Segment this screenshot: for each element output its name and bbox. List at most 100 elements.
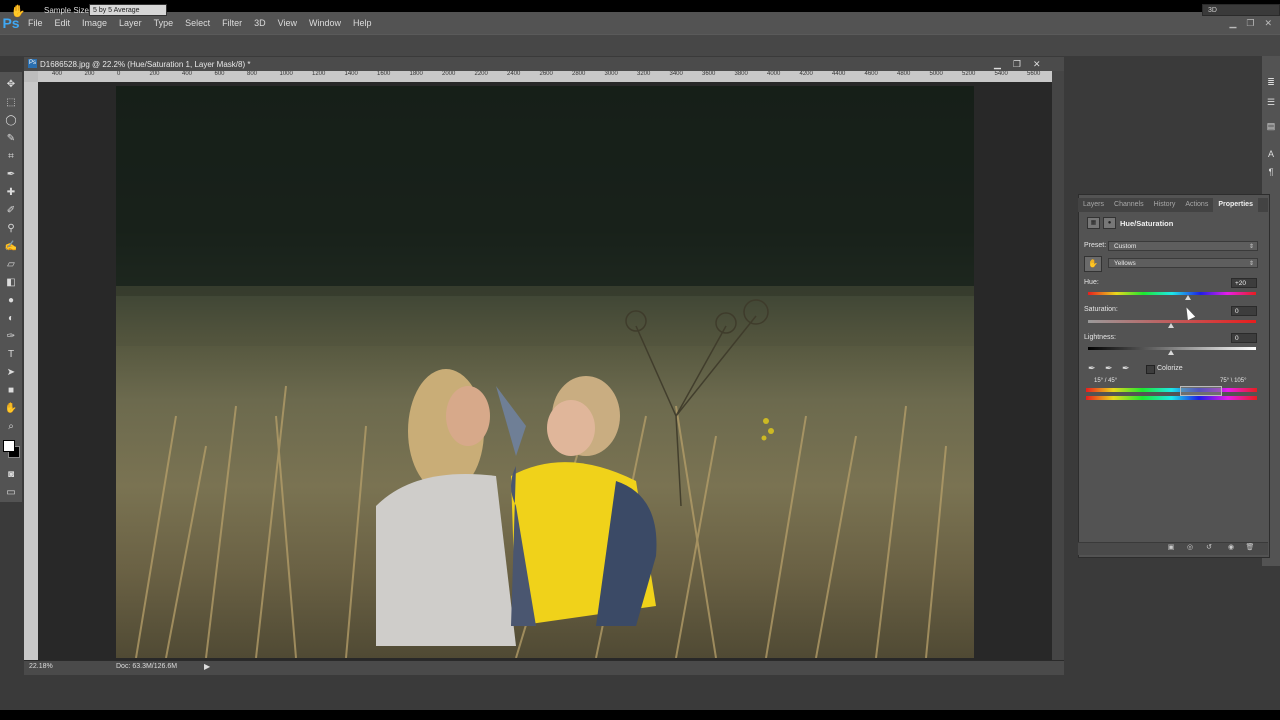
quick-select-icon[interactable]: ✎: [3, 132, 19, 146]
document-status-bar: [24, 660, 1064, 675]
eyedropper-plus-icon[interactable]: ✒: [1105, 363, 1113, 374]
clone-stamp-icon[interactable]: ⚲: [3, 222, 19, 236]
screen-mode-icon[interactable]: ▭: [3, 486, 19, 500]
lasso-icon[interactable]: ◯: [3, 114, 19, 128]
horizontal-ruler[interactable]: 400 200 0 200 400 600 800 1000 1200 1400 1600 1800 2…: [38, 71, 1052, 82]
restore-icon[interactable]: ❐: [1246, 18, 1254, 29]
photo-illustration: [116, 86, 974, 658]
document-title[interactable]: D1686528.jpg @ 22.2% (Hue/Saturation 1, …: [40, 60, 250, 69]
eyedropper-icon[interactable]: ✒: [1088, 363, 1096, 374]
move-icon[interactable]: ✥: [3, 78, 19, 92]
ruler-tick-label: 3200: [637, 71, 651, 77]
preset-dropdown[interactable]: Custom ⇕: [1108, 241, 1258, 251]
vertical-scrollbar[interactable]: [1052, 71, 1064, 660]
canvas-photo[interactable]: [116, 86, 974, 658]
menu-view[interactable]: View: [272, 12, 303, 34]
hand-tool-preset-icon[interactable]: ✋: [10, 3, 26, 19]
vertical-ruler[interactable]: [24, 82, 38, 660]
delete-icon[interactable]: 🗑: [1245, 543, 1255, 553]
blur-icon[interactable]: ●: [3, 294, 19, 308]
document-size-info[interactable]: Doc: 63.3M/126.6M: [116, 663, 177, 670]
reset-icon[interactable]: ↺: [1204, 543, 1214, 553]
path-select-icon[interactable]: ➤: [3, 366, 19, 380]
zoom-icon[interactable]: ⌕: [3, 420, 19, 434]
mask-icon[interactable]: ●: [1103, 217, 1116, 229]
dodge-icon[interactable]: ◐: [3, 312, 19, 326]
ruler-tick-label: 200: [84, 71, 95, 77]
paragraph-panel-icon[interactable]: ¶: [1265, 166, 1277, 178]
doc-close-icon[interactable]: ✕: [1033, 57, 1041, 71]
doc-restore-icon[interactable]: ❐: [1013, 57, 1021, 71]
type-icon[interactable]: T: [3, 348, 19, 362]
status-menu-arrow-icon[interactable]: ▶: [204, 662, 210, 671]
menu-3d[interactable]: 3D: [248, 12, 272, 34]
history-brush-icon[interactable]: ✍: [3, 240, 19, 254]
range-right-values: 75° \ 105°: [1220, 378, 1247, 384]
ruler-tick-label: 0: [117, 71, 121, 77]
minimize-icon[interactable]: ▁: [1229, 18, 1236, 29]
eyedropper-icon[interactable]: ✒: [3, 168, 19, 182]
marquee-icon[interactable]: ⬚: [3, 96, 19, 110]
colorize-checkbox[interactable]: [1146, 365, 1155, 374]
menu-help[interactable]: Help: [347, 12, 378, 34]
ruler-tick-label: 3000: [604, 71, 618, 77]
panel-icon-1[interactable]: ≣: [1265, 76, 1277, 88]
hue-slider-thumb[interactable]: [1185, 295, 1191, 300]
menu-edit[interactable]: Edit: [49, 12, 77, 34]
tab-history[interactable]: History: [1149, 198, 1181, 212]
menu-filter[interactable]: Filter: [216, 12, 248, 34]
lightness-slider-thumb[interactable]: [1168, 350, 1174, 355]
doc-minimize-icon[interactable]: ▁: [994, 57, 1001, 71]
ruler-tick-label: 2000: [442, 71, 456, 77]
tab-actions[interactable]: Actions: [1180, 198, 1213, 212]
tools-panel: ✥ ⬚ ◯ ✎ ⌗ ✒ ✚ ✐ ⚲ ✍ ▱ ◧ ● ◐ ✑ T ➤ ■ ✋ ⌕ …: [0, 72, 22, 502]
menu-window[interactable]: Window: [303, 12, 347, 34]
panel-tabs: Layers Channels History Actions Properti…: [1078, 198, 1268, 212]
character-panel-icon[interactable]: A: [1265, 148, 1277, 160]
range-selector[interactable]: [1180, 386, 1222, 396]
menu-select[interactable]: Select: [179, 12, 216, 34]
ruler-tick-label: 4800: [897, 71, 911, 77]
workspace-select[interactable]: 3D: [1202, 4, 1280, 16]
clip-to-layer-icon[interactable]: ▣: [1166, 543, 1176, 553]
saturation-slider-thumb[interactable]: [1168, 323, 1174, 328]
hand-icon[interactable]: ✋: [3, 402, 19, 416]
range-left-values: 15° / 45°: [1094, 378, 1118, 384]
visibility-eye-icon[interactable]: ◉: [1226, 543, 1236, 553]
panel-icon-2[interactable]: ☰: [1265, 96, 1277, 108]
crop-icon[interactable]: ⌗: [3, 150, 19, 164]
view-previous-icon[interactable]: ◎: [1185, 543, 1195, 553]
pen-icon[interactable]: ✑: [3, 330, 19, 344]
ruler-tick-label: 400: [182, 71, 193, 77]
quick-mask-icon[interactable]: ◙: [3, 468, 19, 482]
eraser-icon[interactable]: ▱: [3, 258, 19, 272]
eyedropper-minus-icon[interactable]: ✒: [1122, 363, 1130, 374]
gradient-icon[interactable]: ◧: [3, 276, 19, 290]
zoom-level[interactable]: 22.18%: [29, 663, 53, 670]
channel-dropdown[interactable]: Yellows ⇕: [1108, 258, 1258, 268]
brush-icon[interactable]: ✐: [3, 204, 19, 218]
close-icon[interactable]: ✕: [1264, 18, 1272, 29]
sample-size-select[interactable]: 5 by 5 Average: [89, 4, 167, 16]
targeted-adjustment-icon[interactable]: ✋: [1084, 256, 1102, 272]
tab-layers[interactable]: Layers: [1078, 198, 1109, 212]
hue-slider-track[interactable]: [1088, 292, 1256, 295]
ruler-origin[interactable]: [24, 71, 38, 82]
ruler-tick-label: 3400: [669, 71, 683, 77]
adjustment-icon[interactable]: ▦: [1087, 217, 1100, 229]
lightness-value-field[interactable]: 0: [1231, 333, 1257, 343]
hue-label: Hue:: [1084, 279, 1099, 286]
shape-icon[interactable]: ■: [3, 384, 19, 398]
top-black-strip: [0, 0, 1280, 12]
tab-properties[interactable]: Properties: [1213, 198, 1258, 212]
healing-icon[interactable]: ✚: [3, 186, 19, 200]
panel-icon-3[interactable]: ▤: [1265, 120, 1277, 132]
chevron-down-icon: ⇕: [1248, 261, 1254, 267]
ruler-tick-label: 2800: [572, 71, 586, 77]
colorize-label: Colorize: [1157, 365, 1183, 372]
saturation-value-field[interactable]: 0: [1231, 306, 1257, 316]
hue-value-field[interactable]: +20: [1231, 278, 1257, 288]
foreground-color-swatch[interactable]: [3, 440, 15, 452]
tab-channels[interactable]: Channels: [1109, 198, 1149, 212]
ruler-tick-label: 2200: [474, 71, 488, 77]
